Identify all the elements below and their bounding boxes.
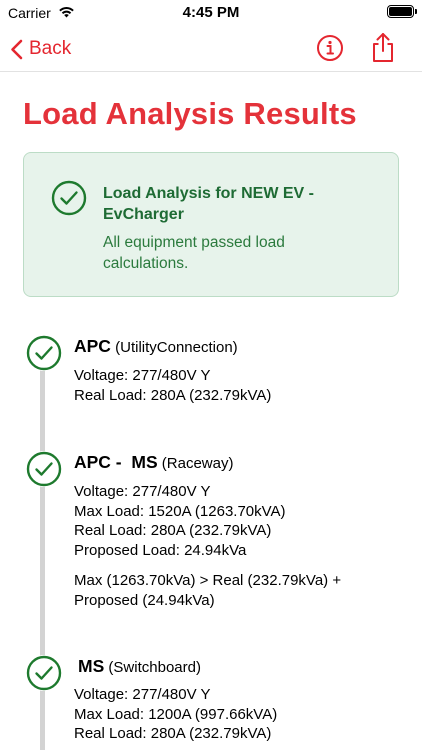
max-load-label: Max Load: 1520A (1263.70kVA)	[74, 502, 286, 520]
banner-title: Load Analysis for NEW EV - EvCharger	[103, 185, 314, 223]
timeline-connector	[40, 360, 45, 750]
equipment-header: MS (Switchboard)	[78, 655, 398, 679]
clock: 4:45 PM	[182, 4, 240, 21]
equipment-type: (Raceway)	[161, 455, 234, 472]
page-title: Load Analysis Results	[23, 96, 357, 131]
status-bar: Carrier 4:45 PM	[0, 0, 422, 26]
chevron-left-icon	[11, 39, 23, 59]
checkmark-circle-icon	[26, 335, 62, 371]
equipment-name: MS	[78, 656, 105, 676]
equipment-name: APC	[74, 336, 111, 356]
equipment-type: (UtilityConnection)	[115, 339, 238, 356]
proposed-load-label: Proposed Load: 24.94kVa	[74, 541, 247, 559]
result-banner: Load Analysis for NEW EV - EvCharger All…	[23, 152, 399, 297]
real-load-label: Real Load: 280A (232.79kVA)	[74, 386, 272, 404]
back-label: Back	[29, 38, 72, 59]
real-load-label: Real Load: 280A (232.79kVA)	[74, 725, 272, 742]
load-comparison-note: Max (1263.70kVa) > Real (232.79kVa) + Pr…	[74, 572, 342, 609]
real-load-label: Real Load: 280A (232.79kVA)	[74, 522, 272, 539]
equipment-header: APC (UtilityConnection)	[74, 335, 394, 359]
equipment-header: APC - MS (Raceway)	[74, 451, 394, 475]
share-button[interactable]	[370, 32, 396, 64]
navigation-bar: Back	[0, 26, 422, 72]
voltage-label: Voltage: 277/480V Y	[74, 483, 211, 500]
info-icon	[317, 35, 343, 61]
checkmark-circle-icon	[51, 180, 87, 216]
equipment-name: APC - MS	[74, 452, 158, 472]
info-button[interactable]	[316, 34, 344, 62]
share-icon	[373, 33, 393, 62]
battery-icon	[387, 5, 417, 18]
voltage-label: Voltage: 277/480V Y	[74, 686, 211, 703]
checkmark-circle-icon	[26, 451, 62, 487]
equipment-type: (Switchboard)	[108, 659, 201, 676]
banner-subtitle: All equipment passed load calculations.	[103, 234, 285, 272]
voltage-label: Voltage: 277/480V Y	[74, 367, 211, 384]
checkmark-circle-icon	[26, 655, 62, 691]
max-load-label: Max Load: 1200A (997.66kVA)	[74, 705, 278, 723]
back-button[interactable]: Back	[10, 34, 71, 64]
